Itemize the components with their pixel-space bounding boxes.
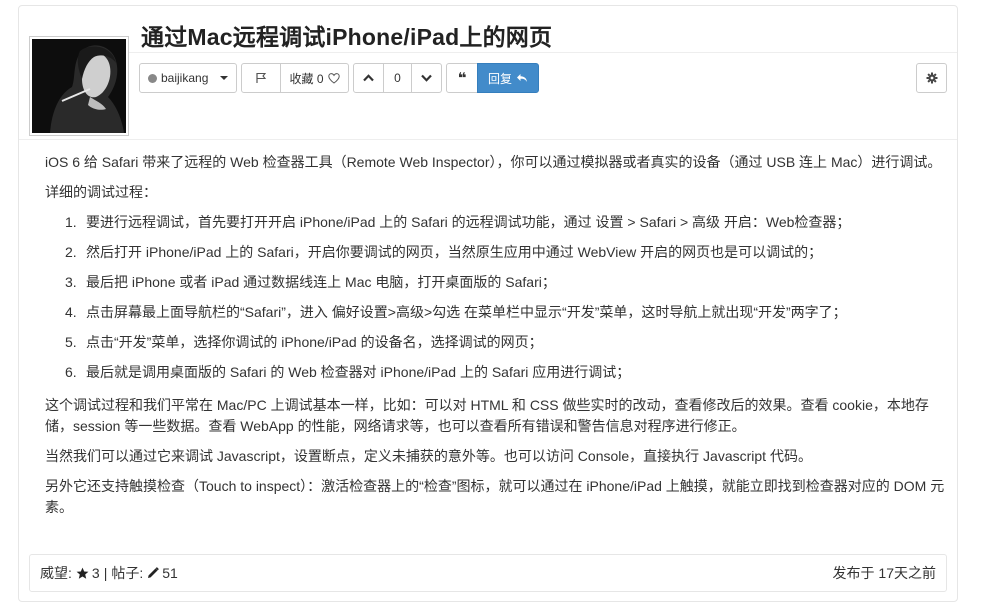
list-item: 4. 点击屏幕最上面导航栏的“Safari”，进入 偏好设置>高级>勾选 在菜单栏… <box>65 304 847 320</box>
flag-favorite-group: 收藏 0 <box>241 63 349 93</box>
user-name: baijikang <box>161 71 209 85</box>
vote-down-button[interactable] <box>411 63 442 93</box>
paragraph-javascript: 当然我们可以通过它来调试 Javascript，设置断点，定义未捕获的意外等。也… <box>45 448 812 464</box>
list-item: 3. 最后把 iPhone 或者 iPad 通过数据线连上 Mac 电脑，打开桌面… <box>65 274 556 290</box>
status-dot-icon <box>148 73 157 83</box>
vote-count: 0 <box>383 63 412 93</box>
list-item: 6. 最后就是调用桌面版的 Safari 的 Web 检查器对 iPhone/iP… <box>65 364 631 380</box>
posts-value: 51 <box>162 565 178 581</box>
settings-button[interactable] <box>916 63 947 93</box>
caret-down-icon <box>220 76 228 80</box>
heart-icon <box>327 72 340 84</box>
avatar[interactable] <box>29 36 129 136</box>
title-divider <box>129 52 957 53</box>
paragraph-intro: iOS 6 给 Safari 带来了远程的 Web 检查器工具（Remote W… <box>45 154 942 170</box>
star-icon <box>76 567 89 580</box>
quote-button[interactable]: ❝ <box>446 63 478 93</box>
list-item: 5. 点击“开发”菜单，选择你调试的 iPhone/iPad 的设备名，选择调试的… <box>65 334 543 350</box>
list-item: 1. 要进行远程调试，首先要打开开启 iPhone/iPad 上的 Safari … <box>65 214 851 230</box>
reply-arrow-icon <box>516 73 528 83</box>
favorite-label: 收藏 0 <box>289 71 324 86</box>
chevron-up-icon <box>363 74 374 82</box>
gear-icon <box>926 72 938 84</box>
author-stats: 威望: 3 | 帖子: 51 <box>40 563 178 583</box>
user-dropdown-button[interactable]: baijikang <box>139 63 237 93</box>
post-toolbar: baijikang 收藏 0 0 ❝ 回复 <box>139 63 539 93</box>
list-item: 2. 然后打开 iPhone/iPad 上的 Safari，开启你要调试的网页，当… <box>65 244 823 260</box>
flag-button[interactable] <box>241 63 281 93</box>
post-header: 通过Mac远程调试iPhone/iPad上的网页 baijikang 收藏 0 <box>19 6 957 140</box>
posts-label: 帖子: <box>111 565 144 581</box>
reputation-label: 威望: <box>40 565 72 581</box>
paragraph-debug-similar: 这个调试过程和我们平常在 Mac/PC 上调试基本一样，比如：可以对 HTML … <box>45 397 929 434</box>
favorite-button[interactable]: 收藏 0 <box>280 63 349 93</box>
vote-group: 0 <box>353 63 442 93</box>
pencil-icon <box>147 567 160 579</box>
quote-reply-group: ❝ 回复 <box>446 63 539 93</box>
post-content: iOS 6 给 Safari 带来了远程的 Web 检查器工具（Remote W… <box>45 152 945 527</box>
quote-icon: ❝ <box>457 70 467 87</box>
chevron-down-icon <box>421 74 432 82</box>
reputation-value: 3 <box>91 565 100 581</box>
page-title: 通过Mac远程调试iPhone/iPad上的网页 <box>141 24 553 50</box>
steps-list: 1. 要进行远程调试，首先要打开开启 iPhone/iPad 上的 Safari … <box>45 212 945 383</box>
flag-icon <box>255 72 267 84</box>
vote-up-button[interactable] <box>353 63 384 93</box>
reply-label: 回复 <box>487 71 512 86</box>
post-footer: 威望: 3 | 帖子: 51 发布于 17天之前 <box>29 554 947 592</box>
published-time: 发布于 17天之前 <box>832 565 936 581</box>
post-panel: 通过Mac远程调试iPhone/iPad上的网页 baijikang 收藏 0 <box>18 5 958 602</box>
paragraph-steps-heading: 详细的调试过程： <box>45 184 157 200</box>
stats-separator: | <box>103 565 108 581</box>
reply-button[interactable]: 回复 <box>477 63 539 93</box>
paragraph-touch-inspect: 另外它还支持触摸检查（Touch to inspect）：激活检查器上的“检查”… <box>45 478 945 515</box>
avatar-image <box>32 39 126 133</box>
